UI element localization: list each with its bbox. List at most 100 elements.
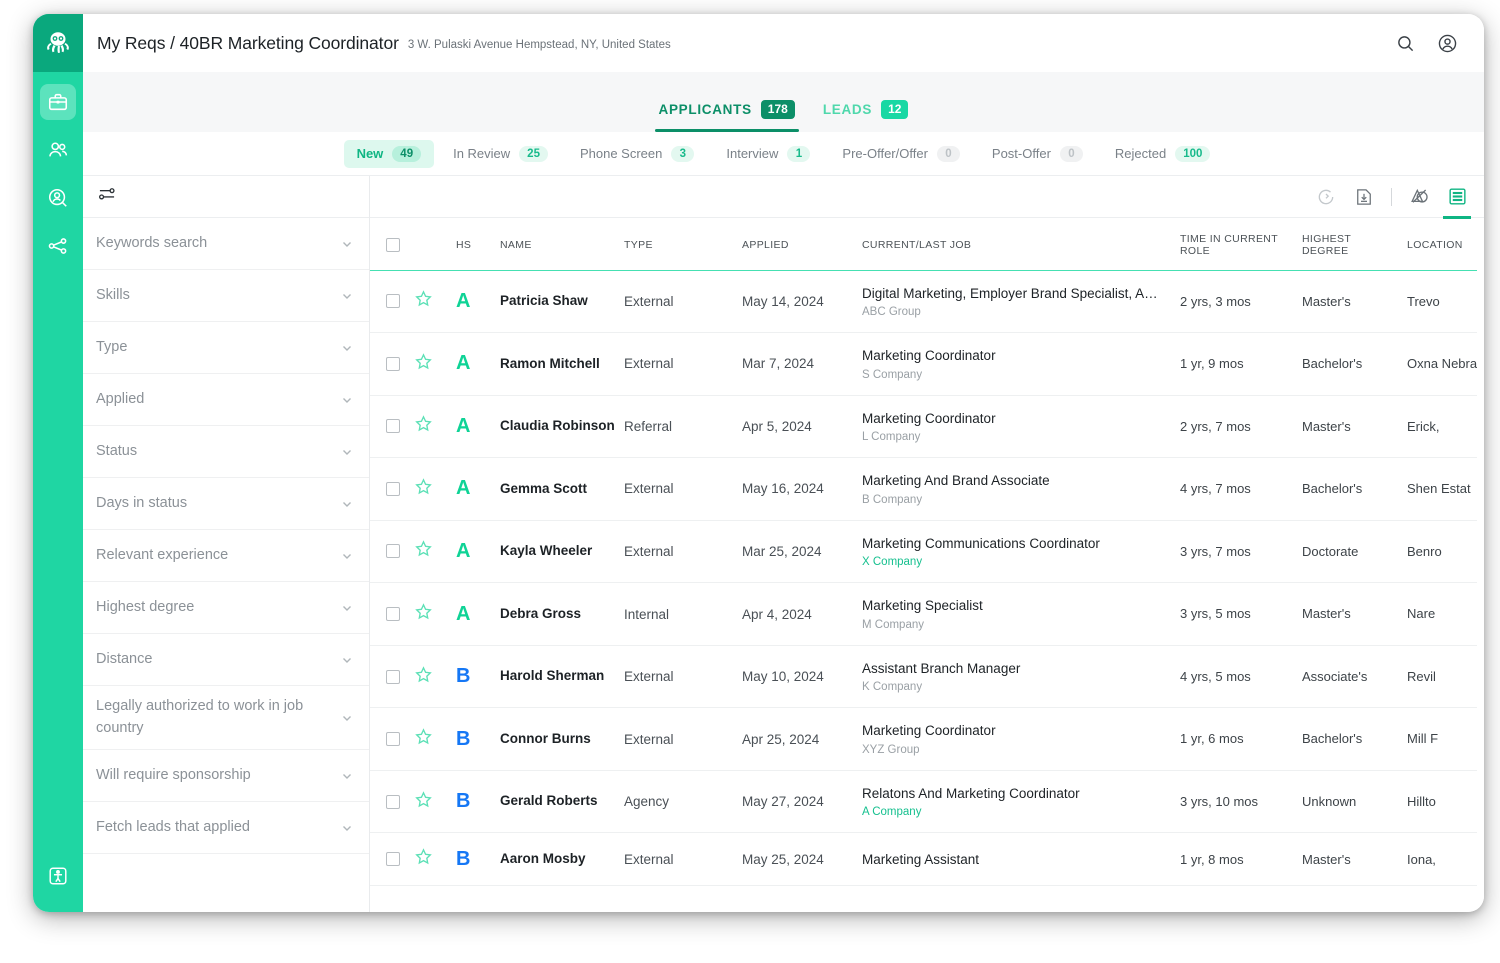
star-icon[interactable]	[414, 665, 433, 688]
column-header-location[interactable]: LOCATION	[1407, 218, 1484, 271]
table-row[interactable]: B Gerald Roberts Agency May 27, 2024 Rel…	[370, 770, 1484, 834]
star-icon[interactable]	[414, 603, 433, 625]
star-icon[interactable]	[414, 353, 433, 375]
table-row[interactable]: B Connor Burns External Apr 25, 2024 Mar…	[370, 707, 1484, 771]
row-checkbox[interactable]	[386, 419, 400, 434]
name-cell[interactable]: Harold Sherman	[500, 645, 624, 709]
sidebar-item-sourcing[interactable]	[40, 180, 76, 216]
time-in-current-role: 3 yrs, 10 mos	[1180, 793, 1259, 809]
table-row[interactable]: A Patricia Shaw External May 14, 2024 Di…	[370, 270, 1484, 334]
location: Revil	[1407, 668, 1436, 684]
chevron-down-icon	[341, 394, 353, 406]
chevron-down-icon	[341, 602, 353, 614]
column-header-hs[interactable]: HS	[456, 218, 500, 271]
star-icon[interactable]	[414, 290, 433, 312]
column-header-type[interactable]: TYPE	[624, 218, 742, 271]
name-cell[interactable]: Debra Gross	[500, 582, 624, 646]
current-company[interactable]: X Company	[862, 556, 1172, 568]
row-select-cell	[370, 645, 414, 709]
status-tab-phone-screen[interactable]: Phone Screen 3	[567, 140, 707, 168]
table-row[interactable]: A Ramon Mitchell External Mar 7, 2024 Ma…	[370, 332, 1484, 396]
tab-leads[interactable]: LEADS 12	[809, 100, 923, 132]
filter-legally-authorized[interactable]: Legally authorized to work in job countr…	[83, 686, 369, 750]
name-cell[interactable]: Aaron Mosby	[500, 832, 624, 887]
row-checkbox[interactable]	[386, 732, 400, 747]
row-checkbox[interactable]	[386, 294, 400, 309]
filter-relevant-experience[interactable]: Relevant experience	[83, 530, 369, 582]
download-icon[interactable]	[1351, 184, 1377, 210]
name-cell[interactable]: Kayla Wheeler	[500, 520, 624, 584]
star-icon[interactable]	[414, 728, 433, 750]
sidebar-item-pipelines[interactable]	[40, 228, 76, 264]
location: Trevo	[1407, 293, 1440, 309]
row-checkbox[interactable]	[386, 794, 400, 809]
current-company[interactable]: A Company	[862, 806, 1172, 818]
sidebar-item-reqs[interactable]	[40, 84, 76, 120]
star-icon[interactable]	[414, 478, 433, 500]
name-cell[interactable]: Claudia Robinson	[500, 395, 624, 459]
filter-panel-header	[83, 176, 369, 218]
row-checkbox[interactable]	[386, 607, 400, 621]
accessibility-icon[interactable]	[40, 858, 76, 894]
status-tab-interview[interactable]: Interview 1	[713, 140, 823, 168]
filter-applied[interactable]: Applied	[83, 374, 369, 426]
filter-skills[interactable]: Skills	[83, 270, 369, 322]
table-scroll-region[interactable]: HS NAME TYPE APPLIED CURRENT/LAST JOB TI…	[370, 218, 1484, 912]
row-checkbox[interactable]	[386, 356, 400, 371]
star-icon[interactable]	[414, 790, 433, 813]
compare-shapes-icon[interactable]	[1406, 184, 1432, 210]
name-cell[interactable]: Ramon Mitchell	[500, 332, 624, 396]
name-cell[interactable]: Gemma Scott	[500, 457, 624, 521]
status-tab-in-review[interactable]: In Review 25	[440, 140, 561, 168]
filter-keywords-search[interactable]: Keywords search	[83, 218, 369, 270]
status-tab-rejected[interactable]: Rejected 100	[1102, 140, 1224, 168]
select-all-checkbox[interactable]	[386, 237, 400, 252]
grade-cell: A	[456, 270, 500, 334]
column-header-current-last-job[interactable]: CURRENT/LAST JOB	[862, 218, 1180, 271]
star-icon[interactable]	[414, 415, 433, 437]
list-view-icon[interactable]	[1443, 184, 1471, 219]
column-header-highest-degree[interactable]: HIGHEST DEGREE	[1302, 218, 1407, 271]
table-row[interactable]: A Gemma Scott External May 16, 2024 Mark…	[370, 457, 1484, 521]
filter-type[interactable]: Type	[83, 322, 369, 374]
name-cell[interactable]: Connor Burns	[500, 707, 624, 771]
filter-distance[interactable]: Distance	[83, 634, 369, 686]
status-tab-label: New	[356, 146, 384, 161]
sidebar-item-candidates[interactable]	[40, 132, 76, 168]
status-tab-new[interactable]: New 49	[343, 139, 435, 168]
candidate-name: Gerald Roberts	[500, 793, 598, 809]
status-tab-pre-offer[interactable]: Pre-Offer/Offer 0	[829, 140, 973, 168]
search-icon[interactable]	[1390, 28, 1420, 58]
column-header-applied[interactable]: APPLIED	[742, 218, 862, 271]
favorite-cell	[414, 582, 456, 646]
tab-applicants[interactable]: APPLICANTS 178	[645, 100, 809, 132]
candidate-name: Patricia Shaw	[500, 293, 588, 309]
row-checkbox[interactable]	[386, 669, 400, 684]
applied-date: May 16, 2024	[742, 481, 824, 497]
row-checkbox[interactable]	[386, 481, 400, 496]
column-header-time-in-current-role[interactable]: TIME IN CURRENT ROLE	[1180, 218, 1302, 271]
star-icon[interactable]	[414, 848, 433, 870]
filter-highest-degree[interactable]: Highest degree	[83, 582, 369, 634]
row-checkbox[interactable]	[386, 544, 400, 559]
user-account-icon[interactable]	[1432, 28, 1462, 58]
octopus-logo[interactable]	[33, 14, 83, 72]
table-row[interactable]: B Harold Sherman External May 10, 2024 A…	[370, 645, 1484, 709]
chevron-down-icon	[341, 822, 353, 834]
table-row[interactable]: B Aaron Mosby External May 25, 2024 Mark…	[370, 832, 1484, 887]
table-row[interactable]: A Kayla Wheeler External Mar 25, 2024 Ma…	[370, 520, 1484, 584]
table-row[interactable]: A Claudia Robinson Referral Apr 5, 2024 …	[370, 395, 1484, 459]
filter-will-require-sponsorship[interactable]: Will require sponsorship	[83, 750, 369, 802]
refresh-icon[interactable]	[1313, 184, 1339, 210]
row-checkbox[interactable]	[386, 852, 400, 867]
column-header-name[interactable]: NAME	[500, 218, 624, 271]
filter-status[interactable]: Status	[83, 426, 369, 478]
filter-fetch-leads-that-applied[interactable]: Fetch leads that applied	[83, 802, 369, 854]
table-row[interactable]: A Debra Gross Internal Apr 4, 2024 Marke…	[370, 582, 1484, 646]
filter-days-in-status[interactable]: Days in status	[83, 478, 369, 530]
filter-sliders-icon[interactable]	[97, 184, 117, 209]
star-icon[interactable]	[414, 540, 433, 562]
status-tab-post-offer[interactable]: Post-Offer 0	[979, 140, 1096, 168]
name-cell[interactable]: Patricia Shaw	[500, 270, 624, 334]
name-cell[interactable]: Gerald Roberts	[500, 770, 624, 834]
